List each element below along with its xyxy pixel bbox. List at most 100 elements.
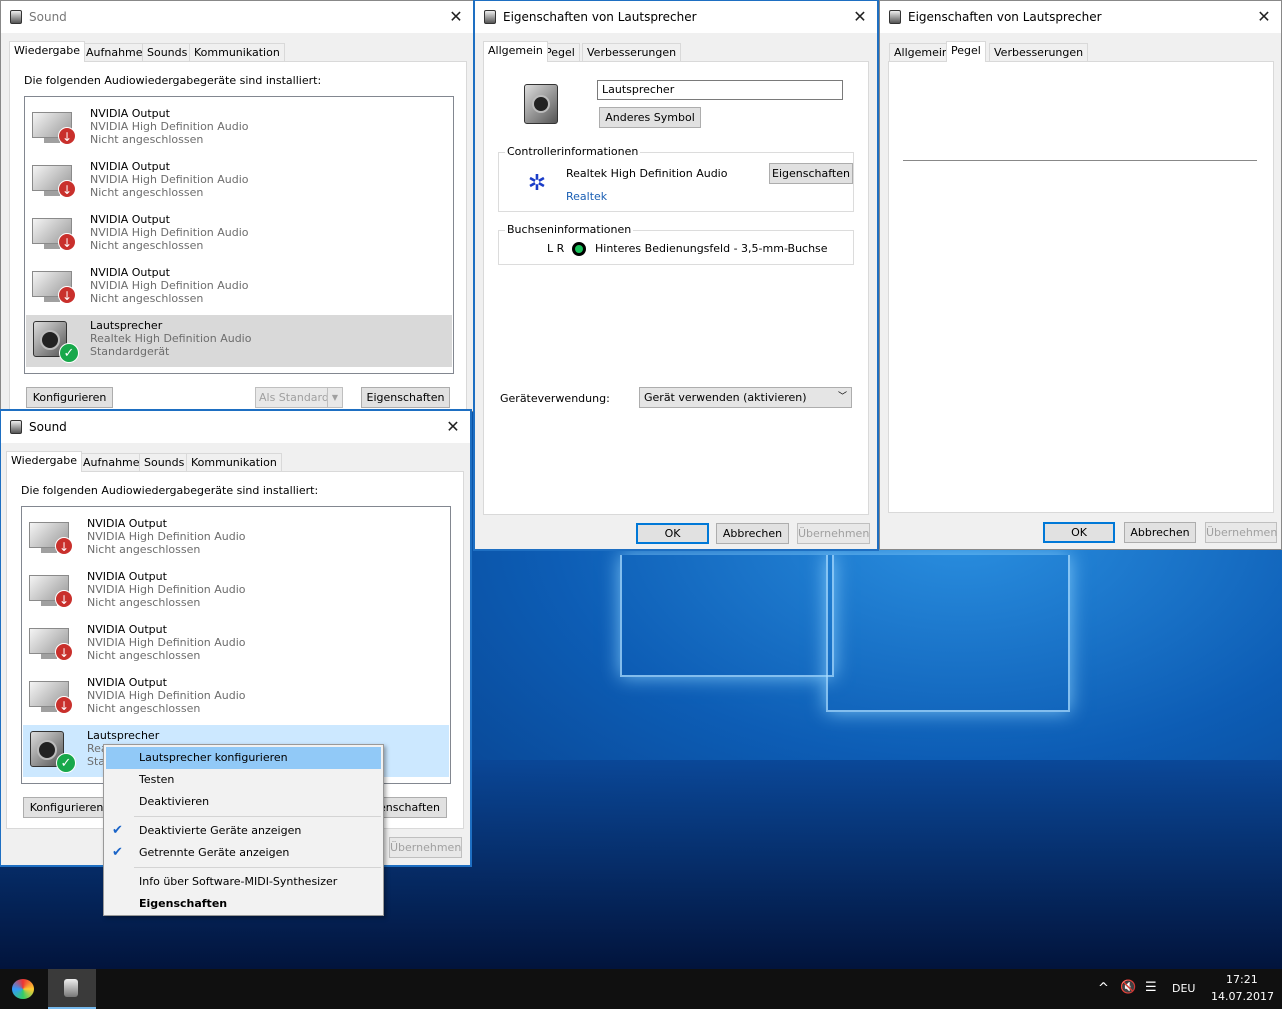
apply-button[interactable]: Übernehmen <box>389 837 462 858</box>
device-status: Nicht angeschlossen <box>87 702 201 715</box>
wallpaper-window-pane <box>620 555 834 677</box>
controller-name: Realtek High Definition Audio <box>566 167 728 180</box>
menu-item-label: Getrennte Geräte anzeigen <box>139 846 290 859</box>
controller-properties-button[interactable]: Eigenschaften <box>769 163 853 184</box>
close-icon[interactable]: ✕ <box>445 7 467 27</box>
tab-page <box>888 61 1274 513</box>
divider <box>903 160 1257 161</box>
cancel-button[interactable]: Abbrechen <box>716 523 789 544</box>
list-item[interactable]: ↓ NVIDIA Output NVIDIA High Definition A… <box>23 513 449 565</box>
speaker-icon[interactable] <box>524 84 558 124</box>
clock-time[interactable]: 17:21 <box>1226 973 1258 986</box>
device-name: NVIDIA Output <box>90 160 170 173</box>
tab-pegel[interactable]: Pegel <box>946 41 986 62</box>
list-item[interactable]: ↓ NVIDIA Output NVIDIA High Definition A… <box>26 262 452 314</box>
tab-verbesserungen[interactable]: Verbesserungen <box>582 43 682 61</box>
tab-allgemein[interactable]: Allgemein <box>483 41 548 62</box>
tab-sounds[interactable]: Sounds <box>139 453 190 471</box>
taskbar-paint-button[interactable] <box>0 969 48 1009</box>
titlebar[interactable]: Sound ✕ <box>1 1 473 33</box>
change-icon-button[interactable]: Anderes Symbol <box>599 107 701 128</box>
device-driver: NVIDIA High Definition Audio <box>90 226 249 239</box>
menu-item-configure-speakers[interactable]: Lautsprecher konfigurieren <box>106 747 381 769</box>
usage-label: Geräteverwendung: <box>500 392 610 405</box>
list-item[interactable]: ↓ NVIDIA Output NVIDIA High Definition A… <box>26 103 452 155</box>
menu-item-disable[interactable]: Deaktivieren <box>106 791 381 813</box>
disconnected-arrow-icon: ↓ <box>58 233 76 251</box>
checkmark-icon: ✔ <box>112 845 123 860</box>
menu-item-midi-info[interactable]: Info über Software-MIDI-Synthesizer <box>106 871 381 893</box>
ok-button[interactable]: OK <box>1043 522 1115 543</box>
properties-button[interactable]: Eigenschaften <box>361 387 450 408</box>
jack-description: Hinteres Bedienungsfeld - 3,5-mm-Buchse <box>595 242 828 255</box>
titlebar[interactable]: Eigenschaften von Lautsprecher ✕ <box>475 1 877 33</box>
tab-kommunikation[interactable]: Kommunikation <box>189 43 285 61</box>
device-name: NVIDIA Output <box>87 570 167 583</box>
jack-channels: L R <box>547 242 565 255</box>
configure-button[interactable]: Konfigurieren <box>26 387 113 408</box>
device-status: Nicht angeschlossen <box>90 186 204 199</box>
speaker-app-icon <box>10 420 22 434</box>
list-item-lautsprecher[interactable]: ✓ Lautsprecher Realtek High Definition A… <box>26 315 452 367</box>
list-item[interactable]: ↓ NVIDIA Output NVIDIA High Definition A… <box>26 156 452 208</box>
titlebar[interactable]: Sound ✕ <box>1 411 470 443</box>
tab-page: Lautsprecher Anderes Symbol Controllerin… <box>483 61 869 515</box>
titlebar[interactable]: Eigenschaften von Lautsprecher ✕ <box>880 1 1281 33</box>
tab-aufnahme[interactable]: Aufnahme <box>81 43 148 61</box>
close-icon[interactable]: ✕ <box>442 417 464 437</box>
set-default-button[interactable]: Als Standard ▼ <box>255 387 343 408</box>
menu-item-properties[interactable]: Eigenschaften <box>106 893 381 915</box>
tab-kommunikation[interactable]: Kommunikation <box>186 453 282 471</box>
taskbar: ^ 🔇 ☰ DEU 17:21 14.07.2017 <box>0 969 1282 1009</box>
menu-separator <box>134 816 381 817</box>
chevron-down-icon[interactable]: ▼ <box>327 388 342 407</box>
controller-vendor-link[interactable]: Realtek <box>566 190 607 203</box>
tab-sounds[interactable]: Sounds <box>142 43 193 61</box>
close-icon[interactable]: ✕ <box>1253 7 1275 27</box>
device-driver: NVIDIA High Definition Audio <box>87 689 246 702</box>
volume-muted-icon[interactable]: 🔇 <box>1120 980 1136 995</box>
clock-date[interactable]: 14.07.2017 <box>1211 990 1274 1003</box>
taskbar-sound-button[interactable] <box>48 969 96 1009</box>
tab-aufnahme[interactable]: Aufnahme <box>78 453 145 471</box>
notifications-icon[interactable]: ☰ <box>1145 980 1157 995</box>
ok-button[interactable]: OK <box>636 523 709 544</box>
disconnected-arrow-icon: ↓ <box>55 696 73 714</box>
tab-wiedergabe[interactable]: Wiedergabe <box>9 41 86 62</box>
device-name-field[interactable]: Lautsprecher <box>597 80 843 100</box>
device-driver: NVIDIA High Definition Audio <box>90 173 249 186</box>
speaker-app-icon <box>64 979 78 997</box>
close-icon[interactable]: ✕ <box>849 7 871 27</box>
realtek-logo-icon: ✲ <box>527 171 547 196</box>
menu-item-show-disabled[interactable]: ✔ Deaktivierte Geräte anzeigen <box>106 820 381 842</box>
window-title: Sound <box>29 420 67 434</box>
list-item[interactable]: ↓ NVIDIA Output NVIDIA High Definition A… <box>23 619 449 671</box>
device-list[interactable]: ↓ NVIDIA Output NVIDIA High Definition A… <box>21 506 451 784</box>
device-name: NVIDIA Output <box>90 213 170 226</box>
default-check-icon: ✓ <box>59 343 79 363</box>
list-item[interactable]: ↓ NVIDIA Output NVIDIA High Definition A… <box>23 672 449 724</box>
tab-verbesserungen[interactable]: Verbesserungen <box>989 43 1089 61</box>
configure-button[interactable]: Konfigurieren <box>23 797 110 818</box>
menu-item-show-disconnected[interactable]: ✔ Getrennte Geräte anzeigen <box>106 842 381 864</box>
cancel-button[interactable]: Abbrechen <box>1124 522 1196 543</box>
device-status: Nicht angeschlossen <box>87 543 201 556</box>
device-list[interactable]: ↓ NVIDIA Output NVIDIA High Definition A… <box>24 96 454 374</box>
language-indicator[interactable]: DEU <box>1172 982 1195 995</box>
window-title: Eigenschaften von Lautsprecher <box>503 10 697 24</box>
device-driver: Realtek High Definition Audio <box>90 332 252 345</box>
device-driver: NVIDIA High Definition Audio <box>87 636 246 649</box>
jack-group-title: Buchseninformationen <box>505 223 634 236</box>
device-driver: NVIDIA High Definition Audio <box>87 583 246 596</box>
apply-button[interactable]: Übernehmen <box>797 523 870 544</box>
tab-wiedergabe[interactable]: Wiedergabe <box>6 451 83 472</box>
menu-item-test[interactable]: Testen <box>106 769 381 791</box>
list-item[interactable]: ↓ NVIDIA Output NVIDIA High Definition A… <box>23 566 449 618</box>
chevron-up-icon[interactable]: ^ <box>1098 981 1109 996</box>
menu-item-label: Deaktivierte Geräte anzeigen <box>139 824 302 837</box>
device-driver: NVIDIA High Definition Audio <box>90 279 249 292</box>
usage-select[interactable]: Gerät verwenden (aktivieren) ﹀ <box>639 387 852 408</box>
apply-button[interactable]: Übernehmen <box>1205 522 1277 543</box>
list-item[interactable]: ↓ NVIDIA Output NVIDIA High Definition A… <box>26 209 452 261</box>
tab-allgemein[interactable]: Allgemein <box>889 43 954 61</box>
